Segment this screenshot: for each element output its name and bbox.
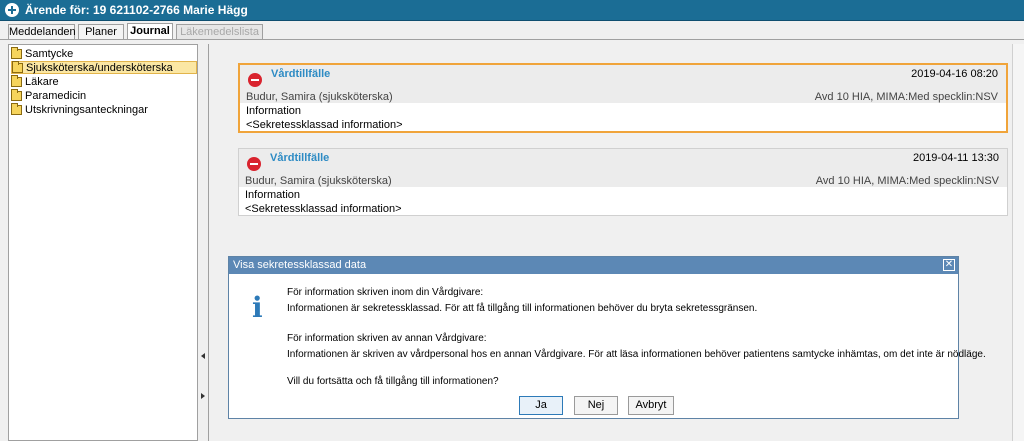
- entry-date: 2019-04-11 13:30: [912, 152, 999, 164]
- tree-item-label: Samtycke: [25, 47, 74, 60]
- dialog-title: Visa sekretessklassad data: [233, 259, 367, 271]
- entry-heading: Information: [246, 105, 302, 117]
- tree-item-samtycke[interactable]: Samtycke: [11, 46, 74, 60]
- tab-meddelanden[interactable]: Meddelanden: [8, 24, 76, 40]
- expand-right-icon[interactable]: [201, 393, 205, 399]
- entry-unit: Avd 10 HIA, MIMA:Med specklin:NSV: [815, 175, 999, 187]
- entry-body: Information <Sekretessklassad informatio…: [239, 187, 1007, 215]
- tree-item-lakare[interactable]: Läkare: [11, 74, 59, 88]
- no-button[interactable]: Nej: [574, 396, 618, 415]
- close-icon[interactable]: ✕: [943, 259, 955, 271]
- entry-body: Information <Sekretessklassad informatio…: [240, 103, 1006, 131]
- entry-heading: Information: [245, 189, 301, 201]
- journal-entry[interactable]: Vårdtillfälle 2019-04-11 13:30 Budur, Sa…: [238, 148, 1008, 216]
- tab-divider: [0, 39, 1024, 40]
- confidential-data-dialog: Visa sekretessklassad data ✕ i För infor…: [228, 256, 986, 419]
- entry-date: 2019-04-16 08:20: [911, 68, 998, 80]
- dialog-titlebar: Visa sekretessklassad data ✕: [229, 257, 958, 274]
- entry-title[interactable]: Vårdtillfälle: [271, 68, 330, 80]
- entry-title[interactable]: Vårdtillfälle: [270, 152, 329, 164]
- collapse-left-icon[interactable]: [201, 353, 205, 359]
- cancel-button[interactable]: Avbryt: [628, 396, 674, 415]
- vertical-scrollbar[interactable]: [1012, 44, 1024, 441]
- entry-text: <Sekretessklassad information>: [246, 119, 403, 131]
- tab-planer[interactable]: Planer: [78, 24, 124, 40]
- dialog-text-line: Informationen är skriven av vårdpersonal…: [287, 349, 986, 360]
- panel-splitter[interactable]: [199, 44, 208, 441]
- journal-entry[interactable]: Vårdtillfälle 2019-04-16 08:20 Budur, Sa…: [238, 63, 1008, 133]
- tab-bar: Meddelanden Planer Journal Läkemedelslis…: [0, 21, 1024, 40]
- window-titlebar: Ärende för: 19 621102-2766 Marie Hägg: [0, 0, 1024, 21]
- entry-text: <Sekretessklassad information>: [245, 203, 402, 215]
- dialog-text-line: För information skriven av annan Vårdgiv…: [287, 333, 487, 344]
- folder-icon: [11, 46, 22, 59]
- tree-item-paramedicin[interactable]: Paramedicin: [11, 88, 87, 102]
- tab-journal[interactable]: Journal: [127, 23, 173, 40]
- entry-header: Vårdtillfälle 2019-04-11 13:30 Budur, Sa…: [239, 149, 1007, 187]
- folder-icon: [11, 74, 22, 87]
- journal-tree: Samtycke Sjuksköterska/undersköterska Lä…: [8, 44, 198, 441]
- folder-icon: [11, 88, 22, 101]
- tree-item-label: Läkare: [25, 75, 59, 88]
- entry-author: Budur, Samira (sjuksköterska): [245, 175, 392, 187]
- dialog-text-line: Informationen är sekretessklassad. För a…: [287, 303, 758, 314]
- folder-icon: [12, 60, 23, 73]
- entry-author: Budur, Samira (sjuksköterska): [246, 91, 393, 103]
- tree-item-utskrivningsanteckningar[interactable]: Utskrivningsanteckningar: [11, 102, 148, 116]
- tab-lakemedelslista: Läkemedelslista: [176, 24, 263, 40]
- entry-unit: Avd 10 HIA, MIMA:Med specklin:NSV: [814, 91, 998, 103]
- restricted-icon: [248, 73, 262, 87]
- info-icon: i: [252, 291, 263, 324]
- yes-button[interactable]: Ja: [519, 396, 563, 415]
- entry-header: Vårdtillfälle 2019-04-16 08:20 Budur, Sa…: [240, 65, 1006, 103]
- dialog-text-line: För information skriven inom din Vårdgiv…: [287, 287, 484, 298]
- folder-icon: [11, 102, 22, 115]
- medical-cross-icon: [5, 3, 19, 17]
- window-title: Ärende för: 19 621102-2766 Marie Hägg: [25, 3, 248, 17]
- restricted-icon: [247, 157, 261, 171]
- tree-item-sjukskoterska[interactable]: Sjuksköterska/undersköterska: [11, 60, 197, 74]
- tree-item-label: Sjuksköterska/undersköterska: [26, 61, 173, 74]
- tree-item-label: Utskrivningsanteckningar: [25, 103, 148, 116]
- dialog-text-line: Vill du fortsätta och få tillgång till i…: [287, 376, 499, 387]
- tree-item-label: Paramedicin: [25, 89, 87, 102]
